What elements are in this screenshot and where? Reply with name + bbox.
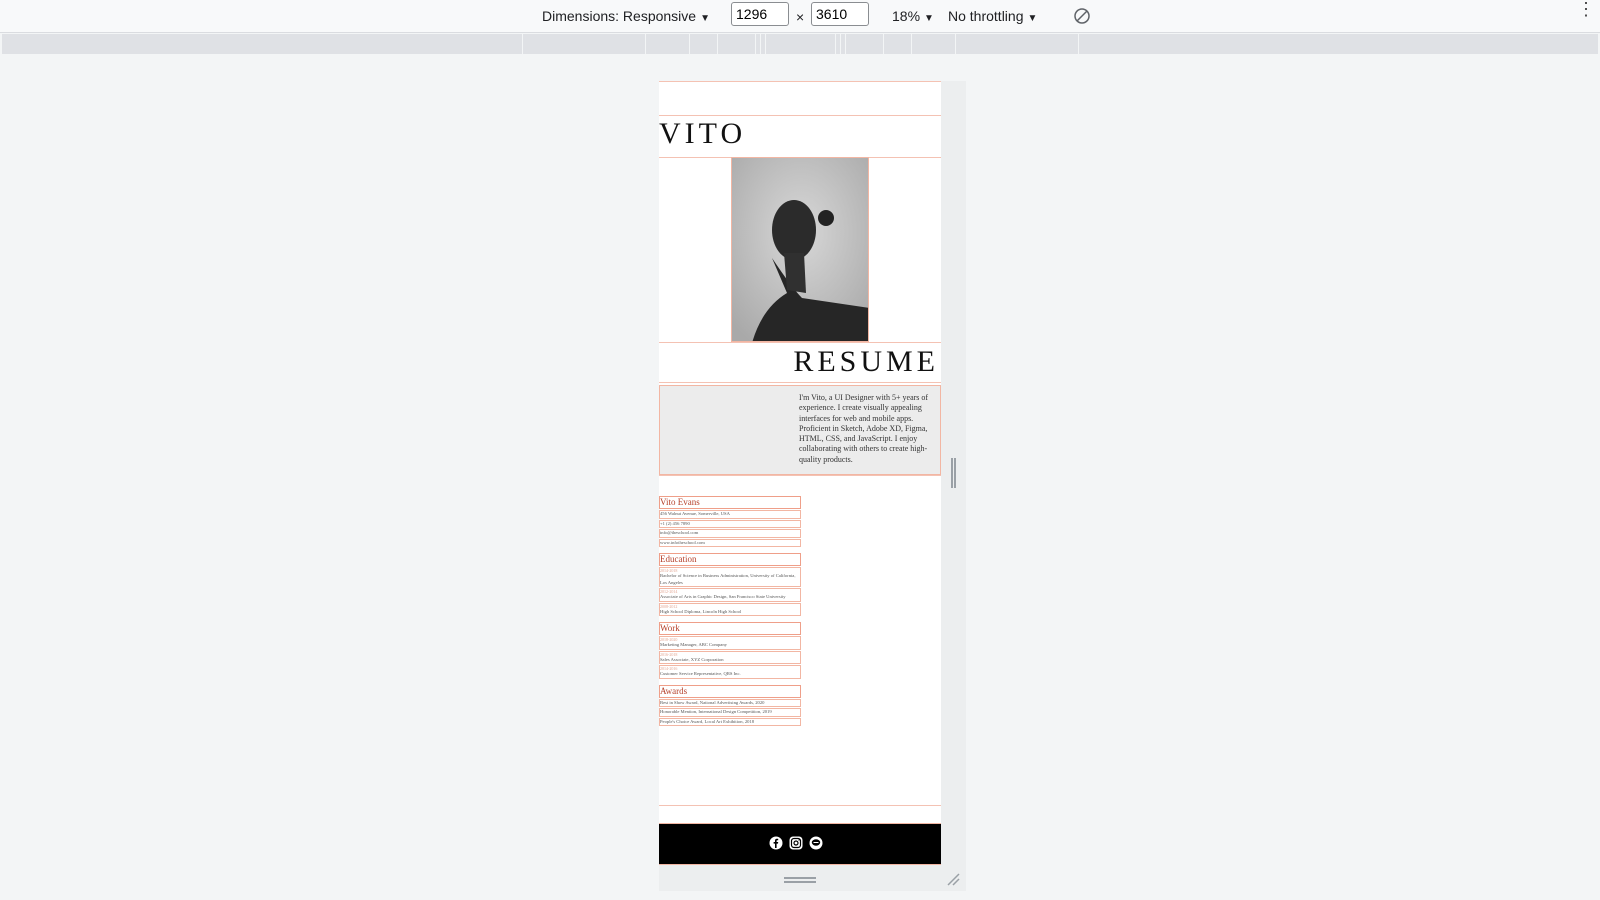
more-options-icon[interactable]: ⋮ [1577,0,1595,18]
education-item: 2008-2012 High School Diploma, Lincoln Hi… [659,602,801,616]
award-item: Honorable Mention, International Design … [659,708,801,717]
width-input[interactable] [731,2,789,26]
chevron-down-icon: ▼ [1027,13,1038,24]
throttling-label: No throttling [948,8,1024,24]
resize-handle-bottom[interactable] [784,877,816,883]
dimensions-dropdown[interactable]: Dimensions: Responsive ▼ [542,8,710,24]
resume-details: Vito Evans 456 Walnut Avenue, Somerville… [659,494,801,784]
work-item: 2014-2016 Customer Service Representative… [659,665,801,679]
instagram-icon[interactable] [789,836,803,850]
profile-photo [731,157,869,342]
times-sign: × [796,9,805,25]
zoom-dropdown[interactable]: 18% ▼ [892,8,934,24]
facebook-icon[interactable] [769,836,783,850]
contact-email[interactable]: info@theschool.com [659,529,801,538]
contact-phone: +1 (2) 456 7890 [659,519,801,528]
brand-title: VITO [659,117,747,150]
chevron-down-icon: ▼ [924,13,934,24]
dimensions-label: Dimensions: Responsive [542,8,697,24]
contact-address: 456 Walnut Avenue, Somerville, USA [659,510,801,519]
height-input[interactable] [811,2,869,26]
education-item: 2012-2014 Associate of Arts in Graphic De… [659,588,801,602]
education-item: 2014-2018 Bachelor of Science in Business… [659,567,801,587]
work-item: 2018-2020 Marketing Manager, ABC Company [659,636,801,650]
zoom-label: 18% [892,8,921,24]
throttling-dropdown[interactable]: No throttling ▼ [948,8,1037,24]
resize-handle-right[interactable] [951,458,956,488]
media-query-ruler[interactable] [2,34,1598,54]
awards-heading: Awards [659,684,801,698]
education-heading: Education [659,553,801,566]
device-toolbar: Dimensions: Responsive▼ × 18%▼ No thrott… [0,0,1600,33]
footer [659,823,941,865]
award-item: Best in Show Award, National Advertising… [659,698,801,707]
line-icon[interactable] [809,836,823,850]
intro-text: I'm Vito, a UI Designer with 5+ years of… [799,393,929,464]
rotate-icon[interactable] [1073,7,1091,25]
contact-name: Vito Evans [659,496,801,509]
award-item: People's Choice Award, Local Art Exhibit… [659,717,801,726]
resize-corner-icon[interactable] [946,872,960,886]
contact-website[interactable]: www.infotheschool.com [659,538,801,547]
resume-title: RESUME [793,345,939,378]
work-heading: Work [659,622,801,635]
work-item: 2016-2018 Sales Associate, XYZ Corporatio… [659,650,801,664]
chevron-down-icon: ▼ [700,13,710,24]
page-viewport: VITO RESUME I'm Vito, a UI Designer with… [659,81,941,865]
